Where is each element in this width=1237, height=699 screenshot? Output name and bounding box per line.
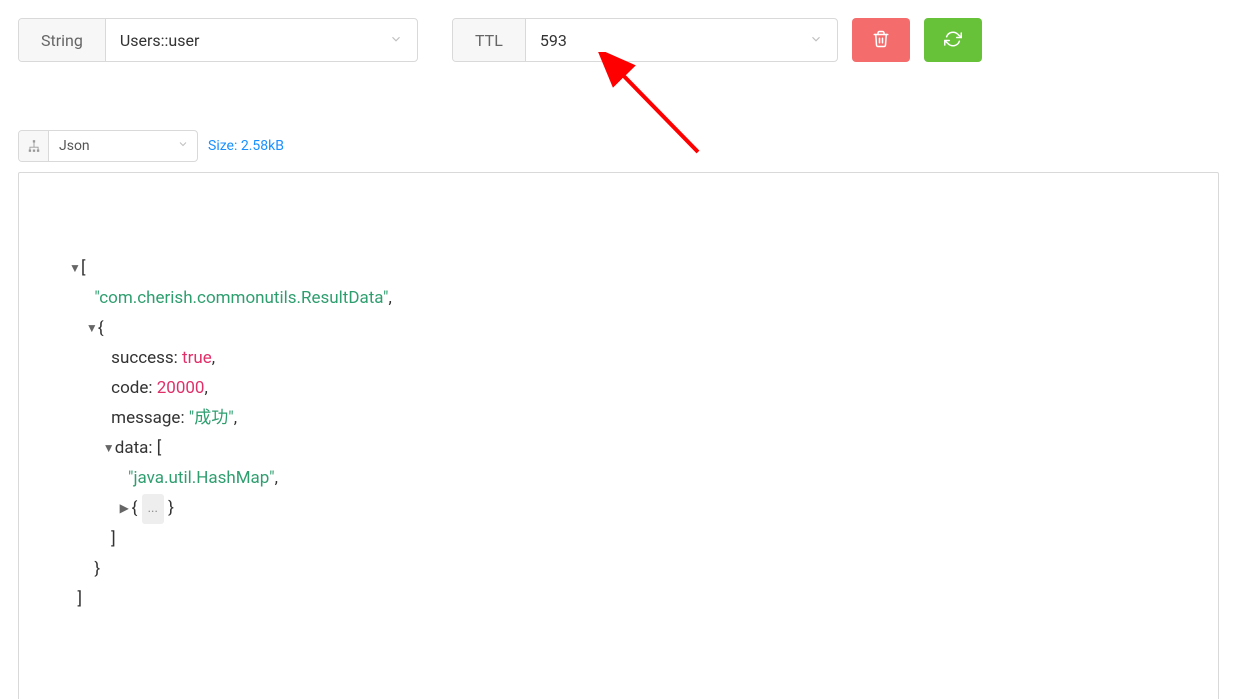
chevron-down-icon — [177, 138, 197, 154]
json-line: ] — [69, 524, 1198, 554]
caret-down-icon[interactable]: ▼ — [103, 433, 115, 463]
refresh-icon — [944, 30, 962, 51]
json-line: ▼[ — [69, 253, 1198, 283]
ttl-group: TTL 593 — [452, 18, 838, 62]
ellipsis-badge[interactable]: ... — [142, 494, 164, 524]
json-line: "java.util.HashMap", — [69, 463, 1198, 493]
json-line: ] — [69, 584, 1198, 614]
json-line: message: "成功", — [69, 403, 1198, 433]
view-mode-select[interactable]: Json — [18, 130, 198, 162]
json-line: ▼{ — [69, 313, 1198, 343]
json-line: ▼data: [ — [69, 433, 1198, 463]
json-line: ▶{ ... } — [69, 493, 1198, 524]
key-toolbar: String Users::user TTL 593 — [0, 0, 1237, 62]
key-select[interactable]: Users::user — [106, 19, 417, 61]
caret-down-icon[interactable]: ▼ — [69, 253, 81, 283]
trash-icon — [872, 30, 890, 51]
ttl-value: 593 — [540, 31, 567, 50]
delete-button[interactable] — [852, 18, 910, 62]
json-line: "com.cherish.commonutils.ResultData", — [69, 283, 1198, 313]
json-line: } — [69, 554, 1198, 584]
json-line: success: true, — [69, 343, 1198, 373]
size-label: Size: 2.58kB — [208, 138, 284, 154]
caret-right-icon[interactable]: ▶ — [120, 493, 132, 523]
tree-icon — [19, 131, 49, 161]
ttl-label: TTL — [453, 19, 526, 61]
key-value: Users::user — [120, 31, 200, 50]
type-label: String — [19, 19, 106, 61]
refresh-button[interactable] — [924, 18, 982, 62]
key-type-group: String Users::user — [18, 18, 418, 62]
json-line: code: 20000, — [69, 373, 1198, 403]
chevron-down-icon — [389, 31, 403, 50]
viewer-bar: Json Size: 2.58kB — [0, 62, 1237, 168]
ttl-select[interactable]: 593 — [526, 19, 837, 61]
chevron-down-icon — [809, 31, 823, 50]
view-mode-label: Json — [49, 138, 177, 154]
json-viewer[interactable]: ▼[ "com.cherish.commonutils.ResultData",… — [18, 172, 1219, 699]
caret-down-icon[interactable]: ▼ — [86, 313, 98, 343]
